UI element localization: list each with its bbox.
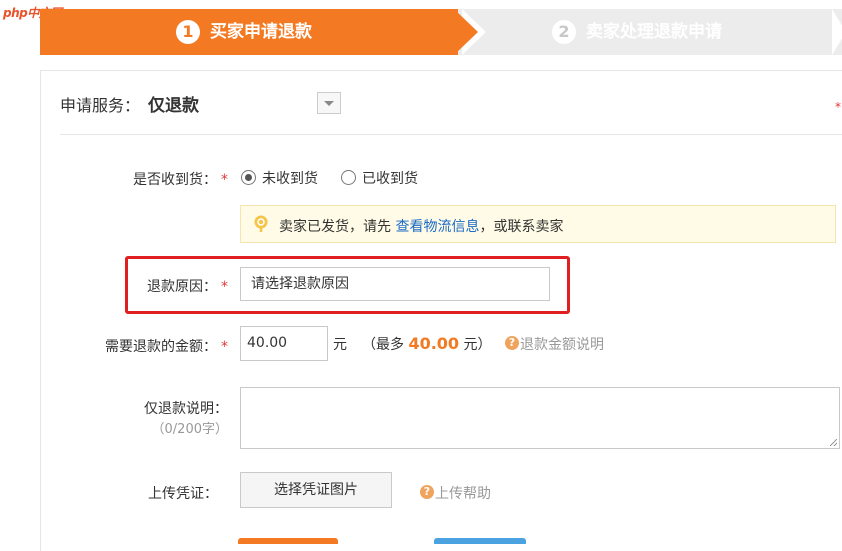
amount-unit: 元 <box>333 337 347 353</box>
required-marker: * <box>835 100 841 114</box>
service-dropdown-button[interactable] <box>317 92 341 114</box>
required-asterisk: * <box>221 172 228 188</box>
help-icon[interactable]: ? <box>420 485 434 499</box>
description-textarea[interactable] <box>240 387 840 449</box>
choose-image-button[interactable]: 选择凭证图片 <box>240 472 392 508</box>
bottom-buttons <box>238 538 538 544</box>
reason-label: 退款原因： * <box>147 279 228 295</box>
service-value[interactable]: 仅退款 <box>148 91 199 116</box>
service-label: 申请服务： <box>60 96 141 115</box>
required-asterisk: * <box>221 339 228 355</box>
max-amount-value: 40.00 <box>408 334 460 353</box>
upload-help-link[interactable]: 上传帮助 <box>435 483 491 503</box>
view-logistics-link[interactable]: 查看物流信息 <box>395 219 479 235</box>
notice-text-before: 卖家已发货，请先 <box>279 219 391 235</box>
step-2-number: 2 <box>552 20 576 44</box>
section-divider <box>60 134 842 135</box>
radio-received-label[interactable]: 已收到货 <box>362 168 418 188</box>
notice-text-after: ，或联系卖家 <box>479 219 564 235</box>
radio-received[interactable] <box>341 170 356 185</box>
radio-not-received-label[interactable]: 未收到货 <box>262 168 318 188</box>
description-label: 仅退款说明： <box>144 401 228 417</box>
notice-text: 卖家已发货，请先 查看物流信息，或联系卖家 <box>279 216 563 236</box>
received-label: 是否收到货： * <box>133 172 228 188</box>
step-1-number: 1 <box>176 20 200 44</box>
step-1-arrow <box>454 9 478 55</box>
amount-help-link[interactable]: 退款金额说明 <box>520 334 604 354</box>
lightbulb-icon <box>254 215 268 232</box>
upload-label: 上传凭证： <box>148 486 218 502</box>
chevron-down-icon <box>324 101 334 106</box>
submit-button[interactable] <box>238 538 338 544</box>
step-2-label: 卖家处理退款申请 <box>586 22 722 42</box>
description-char-count: （0/200字） <box>151 422 228 437</box>
step-progress-bar: 1 买家申请退款 2 卖家处理退款申请 <box>40 9 842 55</box>
amount-label: 需要退款的金额： * <box>105 339 228 355</box>
required-asterisk: * <box>221 279 228 295</box>
step-1-label: 买家申请退款 <box>210 22 312 42</box>
max-amount-note: （最多 40.00 元） <box>362 334 492 353</box>
radio-not-received[interactable] <box>241 170 256 185</box>
shipping-notice: 卖家已发货，请先 查看物流信息，或联系卖家 <box>240 205 836 243</box>
secondary-button[interactable] <box>434 538 526 544</box>
step-end-separator <box>832 9 842 55</box>
help-icon[interactable]: ? <box>505 336 519 350</box>
refund-amount-input[interactable]: 40.00 <box>240 326 328 361</box>
resize-grip-icon[interactable] <box>830 439 837 446</box>
refund-reason-select[interactable]: 请选择退款原因 <box>240 267 550 301</box>
